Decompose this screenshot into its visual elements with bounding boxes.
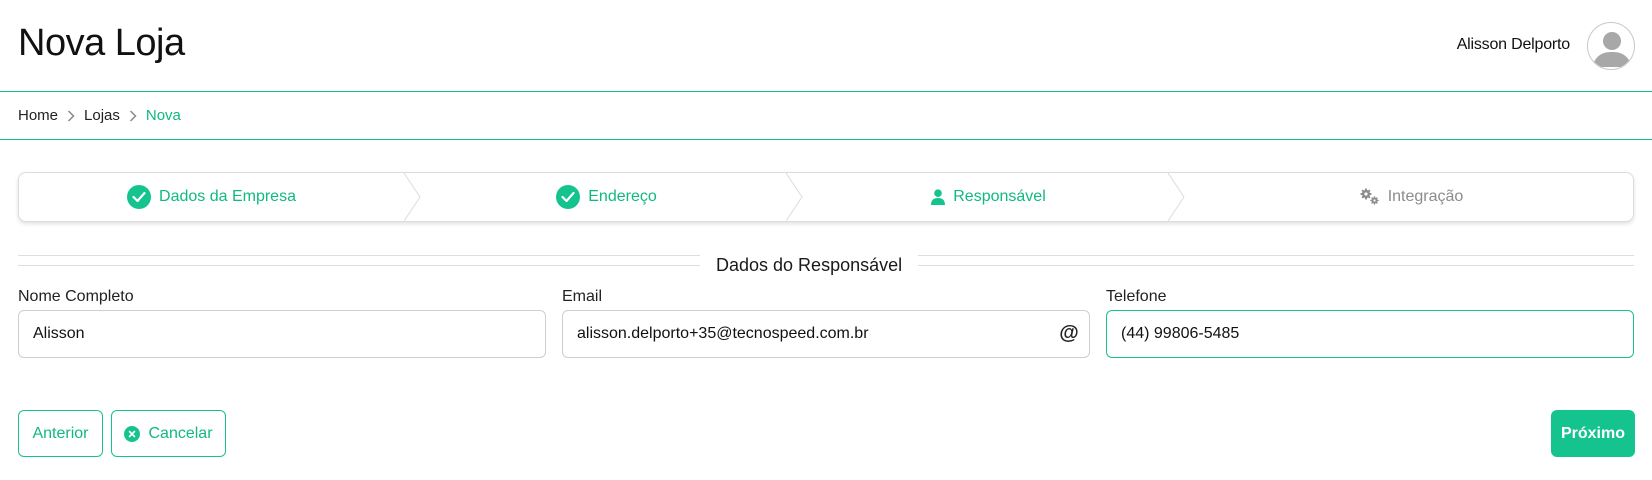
app-header: Nova Loja Alisson Delporto xyxy=(0,0,1652,92)
check-circle-icon xyxy=(127,185,152,209)
step-divider xyxy=(1168,173,1185,221)
step-label: Integração xyxy=(1387,188,1464,205)
wizard-stepper: Dados da Empresa Endereço Responsável In… xyxy=(18,172,1634,222)
step-dados-empresa[interactable]: Dados da Empresa xyxy=(19,173,404,221)
breadcrumb-bar: Home Lojas Nova xyxy=(0,92,1652,140)
step-responsavel[interactable]: Responsável xyxy=(806,173,1171,221)
section-title: Dados do Responsável xyxy=(700,255,919,276)
check-circle-icon xyxy=(556,185,581,209)
user-icon xyxy=(931,189,946,205)
at-sign-icon: @ xyxy=(1059,321,1079,344)
step-label: Endereço xyxy=(588,188,657,205)
step-integracao[interactable]: Integração xyxy=(1188,173,1633,221)
phone-field[interactable] xyxy=(1106,310,1634,358)
page-title: Nova Loja xyxy=(18,22,185,64)
chevron-right-icon xyxy=(58,109,84,122)
x-circle-icon xyxy=(124,425,141,442)
breadcrumb: Home Lojas Nova xyxy=(18,107,181,124)
section-header: Dados do Responsável xyxy=(18,252,1634,276)
email-field[interactable] xyxy=(562,310,1090,358)
user-name[interactable]: Alisson Delporto xyxy=(1457,36,1571,54)
previous-button[interactable]: Anterior xyxy=(18,410,103,457)
next-button[interactable]: Próximo xyxy=(1551,410,1635,457)
cancel-button[interactable]: Cancelar xyxy=(111,410,226,457)
step-label: Dados da Empresa xyxy=(159,188,296,205)
full-name-field[interactable] xyxy=(18,310,546,358)
step-label: Responsável xyxy=(953,188,1046,205)
email-label: Email xyxy=(562,288,603,305)
breadcrumb-current: Nova xyxy=(145,107,181,124)
step-divider xyxy=(404,173,421,221)
breadcrumb-home[interactable]: Home xyxy=(18,107,58,124)
breadcrumb-lojas[interactable]: Lojas xyxy=(84,107,120,124)
step-endereco[interactable]: Endereço xyxy=(424,173,789,221)
user-avatar-icon[interactable] xyxy=(1587,22,1635,70)
gears-icon xyxy=(1360,188,1380,206)
phone-label: Telefone xyxy=(1106,288,1167,305)
step-divider xyxy=(786,173,803,221)
name-label: Nome Completo xyxy=(18,288,134,305)
chevron-right-icon xyxy=(120,109,146,122)
cancel-label: Cancelar xyxy=(148,424,213,442)
